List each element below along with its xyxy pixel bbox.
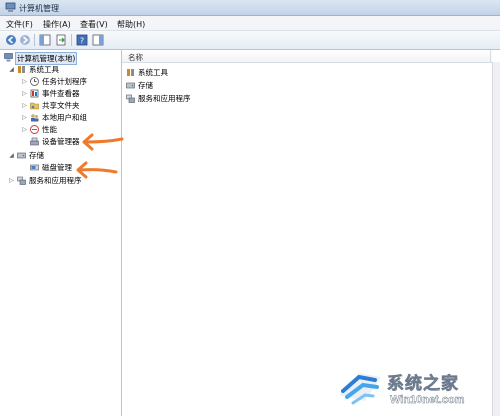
- list-item-label: 服务和应用程序: [138, 94, 191, 103]
- collapsed-arrow-icon[interactable]: ▷: [8, 175, 15, 186]
- device-manager-icon: [30, 137, 39, 146]
- storage-icon: [126, 82, 135, 89]
- tree-label: 存储: [29, 151, 44, 160]
- list-item-label: 存储: [138, 81, 153, 90]
- list-item-label: 系统工具: [138, 68, 168, 77]
- tree-label: 系统工具: [29, 65, 59, 74]
- column-header-name[interactable]: 名称: [128, 52, 143, 63]
- computer-management-icon: [4, 53, 13, 62]
- watermark-url: Win10net.com: [390, 394, 465, 406]
- tree-label: 事件查看器: [42, 89, 80, 98]
- svg-text:?: ?: [80, 37, 84, 46]
- services-icon: [126, 94, 135, 103]
- collapsed-arrow-icon[interactable]: ▷: [21, 100, 28, 111]
- tree-label: 性能: [42, 125, 57, 134]
- back-icon[interactable]: [5, 34, 17, 46]
- tree-label: 任务计划程序: [42, 77, 87, 86]
- menu-help[interactable]: 帮助(H): [117, 19, 145, 30]
- performance-icon: [30, 125, 39, 134]
- export-list-icon[interactable]: [55, 34, 67, 46]
- watermark-brand: 系统之家: [387, 374, 459, 395]
- brand-logo-icon: [339, 373, 381, 405]
- annotation-arrow-device-manager: [82, 133, 124, 151]
- menu-file[interactable]: 文件(F): [6, 19, 33, 30]
- list-view: 名称 系统工具 存储 服务和应用程序: [122, 50, 500, 416]
- tools-icon: [18, 66, 25, 73]
- menu-action[interactable]: 操作(A): [43, 19, 71, 30]
- menu-view[interactable]: 查看(V): [80, 19, 108, 30]
- collapsed-arrow-icon[interactable]: ▷: [21, 76, 28, 87]
- shared-folder-icon: [30, 102, 39, 110]
- watermark: 系统之家 Win10net.com: [335, 365, 500, 416]
- tree-label: 共享文件夹: [42, 101, 80, 110]
- storage-icon: [17, 152, 26, 159]
- list-item-storage[interactable]: 存储: [126, 80, 246, 91]
- show-hide-tree-icon[interactable]: [39, 34, 51, 46]
- collapsed-arrow-icon[interactable]: ▷: [21, 88, 28, 99]
- column-divider[interactable]: [490, 50, 491, 62]
- collapsed-arrow-icon[interactable]: ▷: [21, 124, 28, 135]
- tree-label: 本地用户和组: [42, 113, 87, 122]
- toolbar-separator: [71, 34, 72, 46]
- console-tree: 计算机管理(本地) ◢ 系统工具 ▷ 任务计划程序 ▷ 事件查看器 ▷ 共享文件…: [0, 50, 122, 416]
- help-icon[interactable]: ?: [76, 34, 88, 46]
- disk-management-icon: [30, 164, 39, 171]
- tree-item-system-tools[interactable]: ◢ 系统工具: [8, 64, 118, 75]
- event-viewer-icon: [30, 89, 39, 98]
- list-item-services-apps[interactable]: 服务和应用程序: [126, 93, 246, 104]
- tree-item-root[interactable]: 计算机管理(本地): [2, 52, 120, 65]
- tree-item-event-viewer[interactable]: ▷ 事件查看器: [21, 88, 119, 99]
- tools-icon: [127, 69, 134, 76]
- title-bar: 计算机管理: [0, 0, 500, 16]
- list-header: 名称: [122, 50, 492, 63]
- vertical-scrollbar[interactable]: [492, 62, 500, 416]
- expanded-arrow-icon[interactable]: ◢: [8, 64, 15, 75]
- services-icon: [17, 176, 26, 185]
- menu-bar: 文件(F) 操作(A) 查看(V) 帮助(H): [0, 16, 500, 31]
- tree-label: 磁盘管理: [42, 163, 72, 172]
- window-title: 计算机管理: [19, 4, 59, 13]
- clock-icon: [30, 77, 39, 86]
- expanded-arrow-icon[interactable]: ◢: [8, 150, 15, 161]
- collapsed-arrow-icon[interactable]: ▷: [21, 112, 28, 123]
- computer-management-icon: [5, 2, 16, 12]
- annotation-arrow-disk-management: [76, 161, 118, 179]
- show-hide-action-pane-icon[interactable]: [92, 34, 104, 46]
- tree-item-task-scheduler[interactable]: ▷ 任务计划程序: [21, 76, 119, 87]
- tree-label: 设备管理器: [42, 137, 80, 146]
- users-icon: [31, 114, 39, 122]
- tree-item-local-users-groups[interactable]: ▷ 本地用户和组: [21, 112, 119, 123]
- toolbar-separator: [34, 34, 35, 46]
- list-item-system-tools[interactable]: 系统工具: [126, 67, 246, 78]
- tree-item-shared-folders[interactable]: ▷ 共享文件夹: [21, 100, 119, 111]
- toolbar: ?: [0, 31, 500, 50]
- forward-icon[interactable]: [19, 34, 31, 46]
